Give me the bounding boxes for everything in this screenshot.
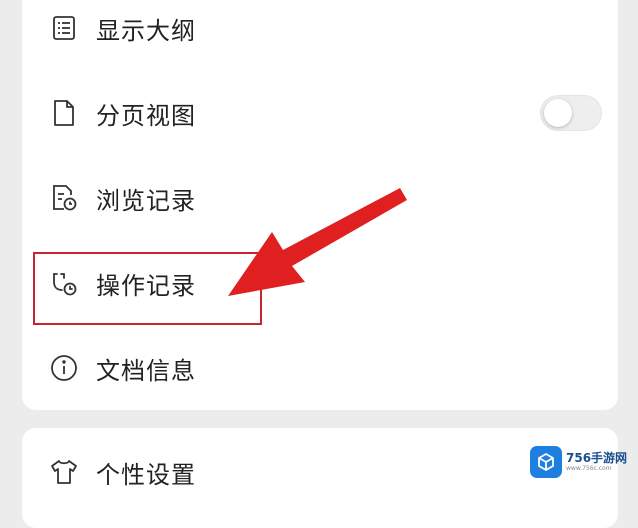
pointer-arrow bbox=[228, 188, 407, 296]
watermark: 756手游网 www.756c.com bbox=[530, 444, 630, 480]
cube-logo-icon bbox=[530, 446, 562, 478]
watermark-brand: 756手游网 bbox=[566, 451, 628, 465]
watermark-url: www.756c.com bbox=[566, 465, 612, 472]
